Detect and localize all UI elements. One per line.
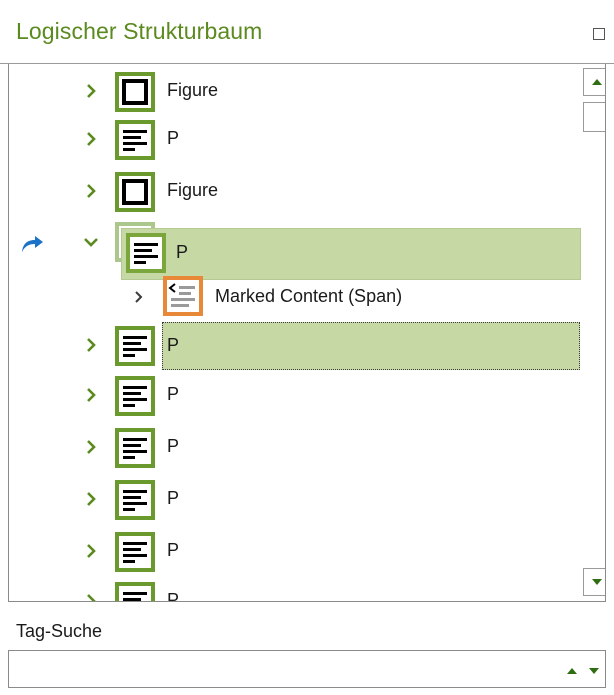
scrollbar-thumb[interactable] — [583, 102, 605, 132]
paragraph-tag-icon — [115, 480, 155, 520]
paragraph-tag-icon — [115, 582, 155, 601]
tree-row-label: Figure — [167, 80, 219, 100]
drag-ghost-label: P — [176, 242, 189, 262]
paragraph-tag-icon — [115, 532, 155, 572]
tree-row[interactable]: Figure — [9, 68, 581, 114]
panel-header: Logischer Strukturbaum — [0, 0, 614, 64]
maximize-icon[interactable] — [593, 28, 605, 40]
chevron-right-icon[interactable] — [131, 289, 147, 305]
tree-row[interactable]: P — [9, 322, 581, 370]
chevron-down-icon[interactable] — [83, 234, 99, 250]
structure-tree[interactable]: Figure P Figure P Marked Content (Span) … — [8, 64, 606, 602]
tree-row-label: P — [167, 590, 180, 602]
tree-row[interactable]: P — [9, 476, 581, 522]
drag-ghost[interactable]: P — [121, 228, 581, 280]
tree-row-label: P — [167, 384, 180, 404]
paragraph-tag-icon — [126, 233, 166, 273]
paragraph-tag-icon — [115, 326, 155, 366]
tree-row[interactable]: Marked Content (Span) — [9, 274, 581, 320]
chevron-right-icon[interactable] — [83, 131, 99, 147]
tree-row[interactable]: P — [9, 116, 581, 162]
paragraph-tag-icon — [115, 376, 155, 416]
move-arrow-icon — [19, 234, 45, 259]
tree-row-label: P — [167, 335, 180, 355]
scroll-up-icon — [592, 79, 602, 85]
tree-row-label: P — [167, 488, 180, 508]
tree-row-label: Figure — [167, 180, 219, 200]
paragraph-tag-icon — [115, 428, 155, 468]
drop-target-highlight[interactable]: P — [162, 322, 580, 370]
tree-row[interactable]: P — [9, 528, 581, 574]
figure-tag-icon — [115, 72, 155, 112]
chevron-right-icon[interactable] — [83, 593, 99, 601]
scroll-down-icon — [592, 579, 602, 585]
chevron-right-icon[interactable] — [83, 543, 99, 559]
tree-row-label: Marked Content (Span) — [215, 286, 403, 306]
chevron-right-icon[interactable] — [83, 387, 99, 403]
search-down-icon[interactable] — [589, 668, 599, 674]
logical-structure-tree-panel: Logischer Strukturbaum Figure P Figure P… — [0, 0, 614, 695]
paragraph-tag-icon — [115, 120, 155, 160]
tree-row-label: P — [167, 540, 180, 560]
chevron-right-icon[interactable] — [83, 183, 99, 199]
tree-row-label: P — [167, 128, 180, 148]
tree-row[interactable]: P — [9, 578, 581, 602]
tree-row[interactable]: Figure — [9, 168, 581, 214]
tag-search-box — [8, 650, 606, 688]
tag-search-label: Tag-Suche — [16, 621, 103, 641]
tree-row[interactable]: P — [9, 372, 581, 418]
scroll-down-button[interactable] — [583, 568, 605, 596]
tree-row[interactable]: P — [9, 222, 581, 280]
scroll-up-button[interactable] — [583, 68, 605, 96]
chevron-right-icon[interactable] — [83, 337, 99, 353]
marked-content-icon — [163, 276, 203, 316]
tree-row-label: P — [167, 436, 180, 456]
tree-row[interactable]: P — [9, 424, 581, 470]
search-up-icon[interactable] — [567, 668, 577, 674]
chevron-right-icon[interactable] — [83, 83, 99, 99]
panel-title: Logischer Strukturbaum — [16, 18, 263, 44]
figure-tag-icon — [115, 172, 155, 212]
chevron-right-icon[interactable] — [83, 491, 99, 507]
tag-search-input[interactable] — [13, 655, 553, 683]
chevron-right-icon[interactable] — [83, 439, 99, 455]
